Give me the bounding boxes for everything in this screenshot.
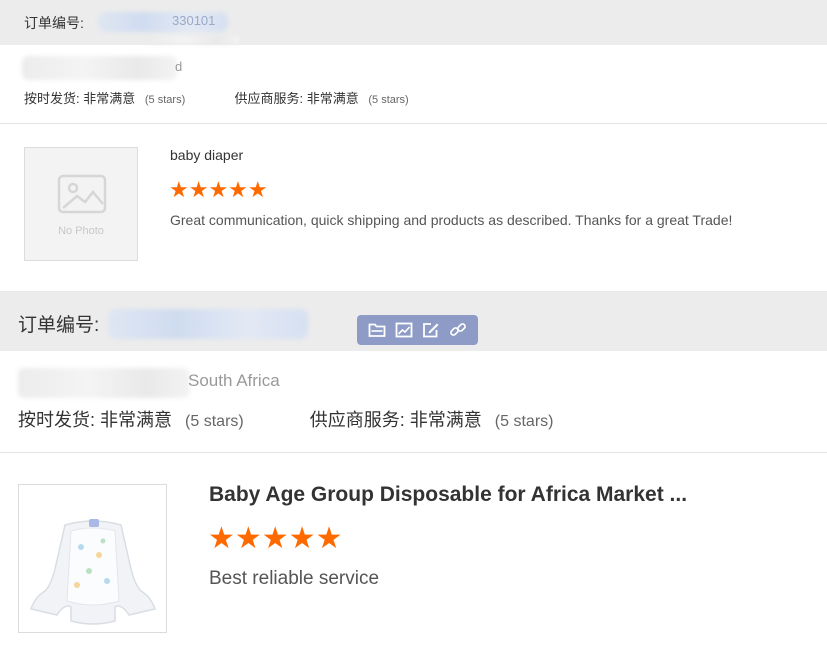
edit-icon[interactable] [420,319,442,341]
on-time-stars: (5 stars) [144,94,186,106]
on-time-stars: (5 stars) [185,413,244,430]
folder-icon[interactable] [366,319,388,341]
supplier-service-value: 非常满意 [409,410,482,430]
product-review: No Photo baby diaper ★★★★★ Great communi… [0,123,827,292]
order-info: South Africa 按时发货: 非常满意 (5 stars) 供应商服务:… [0,351,827,453]
diaper-product-image [30,519,156,625]
no-photo-label: No Photo [58,225,104,237]
product-title[interactable]: Baby Age Group Disposable for Africa Mar… [209,483,687,507]
on-time-label: 按时发货: [24,91,80,106]
supplier-service-value: 非常满意 [306,91,359,106]
order-info: d 按时发货: 非常满意 (5 stars) 供应商服务: 非常满意 (5 st… [0,45,827,124]
product-title[interactable]: baby diaper [170,147,243,163]
buyer-redacted [22,56,177,80]
supplier-service-stars: (5 stars) [368,94,409,106]
review-text: Great communication, quick shipping and … [170,212,733,228]
image-icon[interactable] [393,319,415,341]
rating-stars: ★★★★★ [169,177,268,202]
rating-line: 按时发货: 非常满意 (5 stars) 供应商服务: 非常满意 (5 star… [18,406,553,432]
rating-line: 按时发货: 非常满意 (5 stars) 供应商服务: 非常满意 (5 star… [24,88,409,107]
link-icon[interactable] [447,319,469,341]
order-number-label: 订单编号: [24,15,84,31]
floating-toolbar [357,315,478,345]
order-number-suffix: 330101 [172,13,216,28]
buyer-location: South Africa [188,371,280,390]
redaction-smear [150,36,240,44]
on-time-label: 按时发货: [18,410,96,430]
image-placeholder-icon [57,174,107,214]
review-text: Best reliable service [209,568,380,589]
buyer-location: d [175,59,183,74]
on-time-value: 非常满意 [83,91,136,106]
buyer-redacted [18,368,190,398]
product-thumbnail[interactable] [18,484,167,633]
order-header: 订单编号: 330101 [0,0,827,45]
on-time-value: 非常满意 [100,410,173,430]
supplier-service-label: 供应商服务: [309,410,405,430]
supplier-service-label: 供应商服务: [234,91,304,106]
rating-stars: ★★★★★ [208,522,343,555]
supplier-service-stars: (5 stars) [494,413,554,430]
order-number-label: 订单编号: [18,315,100,336]
order-number-redacted [108,309,308,339]
product-review: Baby Age Group Disposable for Africa Mar… [0,452,827,662]
product-thumbnail[interactable]: No Photo [24,147,138,261]
